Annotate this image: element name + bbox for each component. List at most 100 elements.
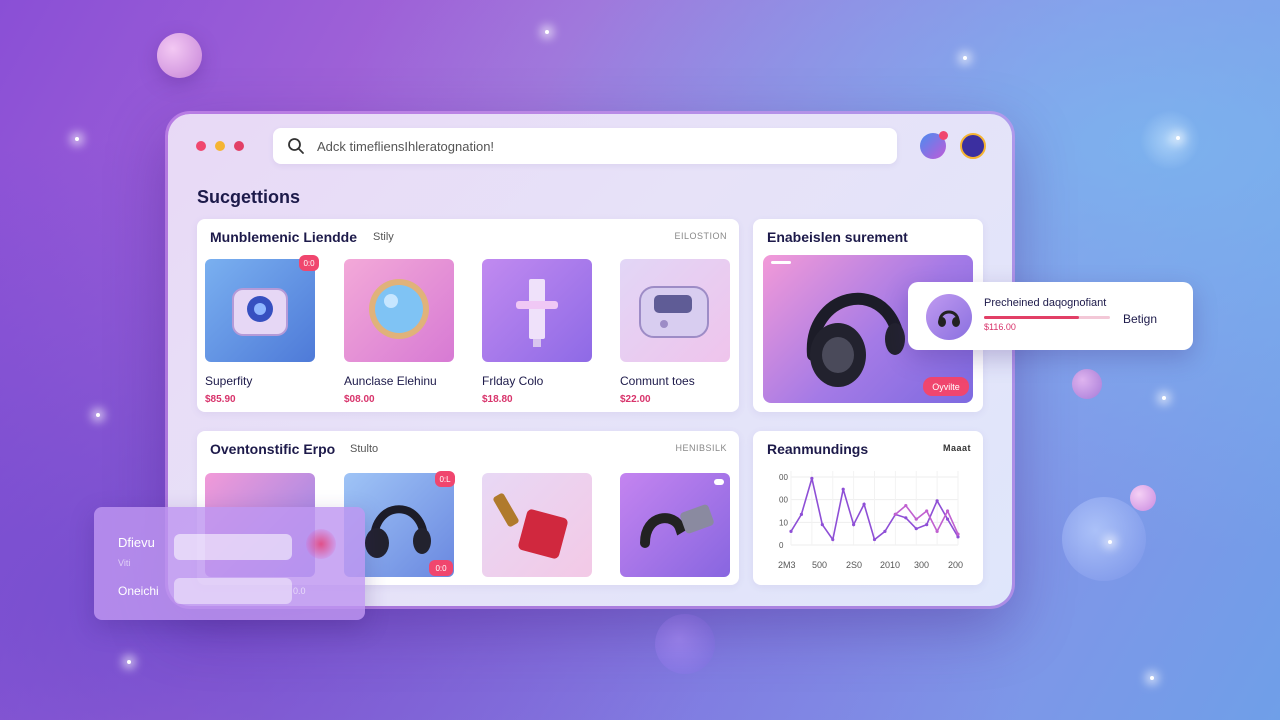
data-point <box>820 523 824 527</box>
data-point <box>893 512 897 516</box>
page-title: Sucgettions <box>197 187 301 207</box>
section-subtitle: Stulto <box>350 443 379 455</box>
background-orb <box>1072 369 1102 399</box>
data-point <box>904 516 908 520</box>
y-tick-label: 00 <box>779 473 788 482</box>
x-tick-label: 2M3 <box>778 560 796 570</box>
product-image <box>344 259 454 362</box>
data-point <box>789 529 793 533</box>
data-point <box>945 509 950 513</box>
product-price: $08.00 <box>344 394 375 405</box>
text-field[interactable] <box>174 534 292 560</box>
x-tick-label: 2S0 <box>846 560 862 570</box>
popup-price: $116.00 <box>984 322 1016 332</box>
data-point <box>810 476 814 480</box>
product-image <box>620 259 730 362</box>
chart-card: Reanmundings Maaat 0 10 00 00 2M3 500 2S0 2010 3… <box>753 431 983 585</box>
text-field[interactable] <box>174 578 292 604</box>
data-point <box>914 527 918 531</box>
slider-handle-icon[interactable] <box>771 261 791 264</box>
maximize-dot[interactable] <box>234 141 244 151</box>
field-label: Oneichi <box>118 584 159 598</box>
product-name: Aunclase Elehinu <box>344 374 437 388</box>
product-image <box>482 259 592 362</box>
sparkle <box>1108 540 1112 544</box>
background-orb <box>1130 485 1156 511</box>
sparkle <box>75 137 79 141</box>
product-card[interactable]: 0:0 Superfity $85.90 <box>205 255 319 405</box>
data-point <box>862 502 866 506</box>
product-illustration <box>639 286 709 338</box>
feature-title: Enabeislen surement <box>767 229 908 245</box>
product-price: $22.00 <box>620 394 651 405</box>
search-input[interactable] <box>317 138 877 154</box>
data-point <box>904 503 908 508</box>
data-point <box>841 487 845 491</box>
data-point <box>852 523 856 527</box>
color-swatch-icon[interactable] <box>306 529 336 559</box>
sparkle <box>1162 396 1166 400</box>
product-price: $85.90 <box>205 394 236 405</box>
data-point <box>914 517 918 521</box>
notifications-icon[interactable] <box>920 131 948 159</box>
profile-avatar[interactable] <box>960 133 986 159</box>
product-image[interactable] <box>482 473 592 577</box>
product-image <box>205 259 315 362</box>
popup-title: Precheined daqognofiant <box>984 297 1107 309</box>
data-point <box>872 537 877 542</box>
data-point <box>945 517 950 521</box>
data-point <box>883 529 887 533</box>
sparkle <box>545 30 549 34</box>
close-dot[interactable] <box>196 141 206 151</box>
popup-action-button[interactable]: Betign <box>1123 312 1157 326</box>
section-tag[interactable]: EILOSTION <box>674 231 727 241</box>
product-illustration <box>369 279 429 339</box>
sparkle <box>963 56 967 60</box>
product-card[interactable]: Frlday Colo $18.80 <box>482 259 592 405</box>
y-tick-label: 0 <box>779 541 784 550</box>
feature-pill[interactable]: Oyvilte <box>923 377 969 396</box>
section-subtitle: Stily <box>373 231 394 243</box>
minimize-dot[interactable] <box>215 141 225 151</box>
x-tick-label: 200 <box>948 560 963 570</box>
product-name: Frlday Colo <box>482 374 544 388</box>
image-indicator-icon <box>714 479 724 485</box>
product-card[interactable]: Aunclase Elehinu $08.00 <box>344 259 454 405</box>
notification-dot <box>939 131 948 140</box>
data-point <box>935 499 939 503</box>
product-image[interactable] <box>620 473 730 577</box>
section-tag[interactable]: HENIBSILK <box>675 443 727 453</box>
popup-progress-fill <box>984 316 1079 319</box>
section-title: Munblemenic Liendde <box>210 229 358 245</box>
product-card[interactable]: Conmunt toes $22.00 <box>620 259 730 405</box>
data-point <box>925 509 929 513</box>
field-sublabel: Viti <box>118 558 131 568</box>
product-illustration <box>493 493 568 559</box>
window-controls <box>196 141 244 151</box>
search-icon <box>288 138 304 154</box>
suggestions-card: Munblemenic Liendde Stily EILOSTION 0:0 … <box>197 219 739 412</box>
product-name: Conmunt toes <box>620 374 695 388</box>
form-panel: Dfievu Viti Oneichi 0.0 <box>94 507 365 620</box>
product-illustration <box>232 288 288 336</box>
headphones-icon <box>938 310 960 327</box>
x-tick-label: 2010 <box>880 560 900 570</box>
background-orb <box>1062 497 1146 581</box>
background-orb <box>1140 110 1200 170</box>
product-popup[interactable]: Precheined daqognofiant $116.00 Betign <box>908 282 1193 350</box>
data-point <box>925 523 929 527</box>
field-hint: 0.0 <box>293 586 306 596</box>
background-orb <box>655 614 715 674</box>
data-point <box>831 537 835 542</box>
sparkle <box>96 413 100 417</box>
section-title: Oventonstific Erpo <box>210 441 336 457</box>
product-price: $18.80 <box>482 394 513 405</box>
field-label: Dfievu <box>118 535 155 550</box>
popup-thumbnail <box>926 294 972 340</box>
product-badge: 0:0 <box>299 255 319 271</box>
sparkle <box>127 660 131 664</box>
search-bar[interactable] <box>273 128 897 164</box>
popup-progress-track <box>984 316 1110 319</box>
x-tick-label: 500 <box>812 560 827 570</box>
x-tick-label: 300 <box>914 560 929 570</box>
